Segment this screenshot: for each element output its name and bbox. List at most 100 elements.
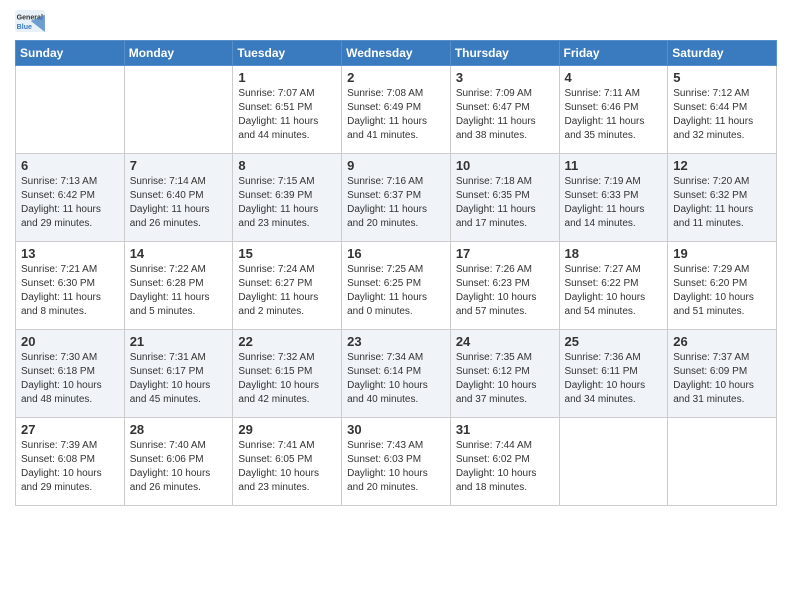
week-row-1: 1 Sunrise: 7:07 AM Sunset: 6:51 PM Daylig… (16, 66, 777, 154)
calendar-cell: 12Sunrise: 7:20 AM Sunset: 6:32 PM Dayli… (668, 154, 777, 242)
day-number: 5 (673, 70, 771, 85)
day-info: Sunrise: 7:19 AM Sunset: 6:33 PM Dayligh… (565, 175, 663, 231)
day-number: 24 (456, 334, 554, 349)
weekday-header-wednesday: Wednesday (342, 41, 451, 66)
day-info: Sunrise: 7:13 AM Sunset: 6:42 PM Dayligh… (21, 175, 119, 231)
calendar-cell: 23 Sunrise: 7:34 AM Sunset: 6:14 PM Dayli… (342, 330, 451, 418)
calendar-cell: 29 Sunrise: 7:41 AM Sunset: 6:05 PM Dayli… (233, 418, 342, 506)
calendar-cell: 24 Sunrise: 7:35 AM Sunset: 6:12 PM Dayli… (450, 330, 559, 418)
day-number: 30 (347, 422, 445, 437)
calendar-table: SundayMondayTuesdayWednesdayThursdayFrid… (15, 40, 777, 506)
day-number: 25 (565, 334, 663, 349)
day-number: 13 (21, 246, 119, 261)
week-row-5: 27 Sunrise: 7:39 AM Sunset: 6:08 PM Dayli… (16, 418, 777, 506)
day-info: Sunrise: 7:37 AM Sunset: 6:09 PM Dayligh… (673, 351, 771, 407)
calendar-cell: 21 Sunrise: 7:31 AM Sunset: 6:17 PM Dayli… (124, 330, 233, 418)
logo: General Blue (15, 10, 49, 32)
day-info: Sunrise: 7:08 AM Sunset: 6:49 PM Dayligh… (347, 87, 445, 143)
day-number: 7 (130, 158, 228, 173)
day-info: Sunrise: 7:14 AM Sunset: 6:40 PM Dayligh… (130, 175, 228, 231)
day-info: Sunrise: 7:07 AM Sunset: 6:51 PM Dayligh… (238, 87, 336, 143)
day-number: 26 (673, 334, 771, 349)
calendar-cell (124, 66, 233, 154)
day-info: Sunrise: 7:44 AM Sunset: 6:02 PM Dayligh… (456, 439, 554, 495)
day-info: Sunrise: 7:39 AM Sunset: 6:08 PM Dayligh… (21, 439, 119, 495)
calendar-cell: 7 Sunrise: 7:14 AM Sunset: 6:40 PM Daylig… (124, 154, 233, 242)
logo-icon: General Blue (15, 10, 45, 32)
calendar-cell: 16Sunrise: 7:25 AM Sunset: 6:25 PM Dayli… (342, 242, 451, 330)
calendar-cell: 13 Sunrise: 7:21 AM Sunset: 6:30 PM Dayli… (16, 242, 125, 330)
day-info: Sunrise: 7:21 AM Sunset: 6:30 PM Dayligh… (21, 263, 119, 319)
calendar-cell: 19 Sunrise: 7:29 AM Sunset: 6:20 PM Dayli… (668, 242, 777, 330)
header-area: General Blue (15, 10, 777, 32)
calendar-cell: 4Sunrise: 7:11 AM Sunset: 6:46 PM Daylig… (559, 66, 668, 154)
calendar-cell: 22 Sunrise: 7:32 AM Sunset: 6:15 PM Dayli… (233, 330, 342, 418)
calendar-cell: 26 Sunrise: 7:37 AM Sunset: 6:09 PM Dayli… (668, 330, 777, 418)
day-number: 29 (238, 422, 336, 437)
day-info: Sunrise: 7:24 AM Sunset: 6:27 PM Dayligh… (238, 263, 336, 319)
calendar-cell: 17 Sunrise: 7:26 AM Sunset: 6:23 PM Dayli… (450, 242, 559, 330)
day-info: Sunrise: 7:25 AM Sunset: 6:25 PM Dayligh… (347, 263, 445, 319)
weekday-header-thursday: Thursday (450, 41, 559, 66)
day-info: Sunrise: 7:30 AM Sunset: 6:18 PM Dayligh… (21, 351, 119, 407)
day-number: 6 (21, 158, 119, 173)
day-number: 19 (673, 246, 771, 261)
day-info: Sunrise: 7:29 AM Sunset: 6:20 PM Dayligh… (673, 263, 771, 319)
calendar-cell: 10 Sunrise: 7:18 AM Sunset: 6:35 PM Dayli… (450, 154, 559, 242)
day-info: Sunrise: 7:16 AM Sunset: 6:37 PM Dayligh… (347, 175, 445, 231)
calendar-cell (559, 418, 668, 506)
day-info: Sunrise: 7:34 AM Sunset: 6:14 PM Dayligh… (347, 351, 445, 407)
calendar-cell (16, 66, 125, 154)
day-info: Sunrise: 7:41 AM Sunset: 6:05 PM Dayligh… (238, 439, 336, 495)
day-number: 31 (456, 422, 554, 437)
calendar-cell: 11 Sunrise: 7:19 AM Sunset: 6:33 PM Dayli… (559, 154, 668, 242)
calendar-cell: 5Sunrise: 7:12 AM Sunset: 6:44 PM Daylig… (668, 66, 777, 154)
calendar-cell: 18 Sunrise: 7:27 AM Sunset: 6:22 PM Dayli… (559, 242, 668, 330)
day-number: 3 (456, 70, 554, 85)
day-info: Sunrise: 7:15 AM Sunset: 6:39 PM Dayligh… (238, 175, 336, 231)
calendar-cell: 2Sunrise: 7:08 AM Sunset: 6:49 PM Daylig… (342, 66, 451, 154)
calendar-cell: 9 Sunrise: 7:16 AM Sunset: 6:37 PM Daylig… (342, 154, 451, 242)
calendar-cell: 20Sunrise: 7:30 AM Sunset: 6:18 PM Dayli… (16, 330, 125, 418)
week-row-4: 20Sunrise: 7:30 AM Sunset: 6:18 PM Dayli… (16, 330, 777, 418)
day-number: 10 (456, 158, 554, 173)
day-info: Sunrise: 7:18 AM Sunset: 6:35 PM Dayligh… (456, 175, 554, 231)
calendar-cell: 15Sunrise: 7:24 AM Sunset: 6:27 PM Dayli… (233, 242, 342, 330)
day-number: 11 (565, 158, 663, 173)
weekday-header-sunday: Sunday (16, 41, 125, 66)
day-number: 22 (238, 334, 336, 349)
calendar-cell: 31 Sunrise: 7:44 AM Sunset: 6:02 PM Dayli… (450, 418, 559, 506)
day-info: Sunrise: 7:32 AM Sunset: 6:15 PM Dayligh… (238, 351, 336, 407)
day-number: 4 (565, 70, 663, 85)
day-number: 9 (347, 158, 445, 173)
day-info: Sunrise: 7:40 AM Sunset: 6:06 PM Dayligh… (130, 439, 228, 495)
day-info: Sunrise: 7:35 AM Sunset: 6:12 PM Dayligh… (456, 351, 554, 407)
day-number: 18 (565, 246, 663, 261)
calendar-cell: 3 Sunrise: 7:09 AM Sunset: 6:47 PM Daylig… (450, 66, 559, 154)
day-number: 14 (130, 246, 228, 261)
week-row-2: 6 Sunrise: 7:13 AM Sunset: 6:42 PM Daylig… (16, 154, 777, 242)
weekday-header-saturday: Saturday (668, 41, 777, 66)
calendar-cell (668, 418, 777, 506)
day-info: Sunrise: 7:43 AM Sunset: 6:03 PM Dayligh… (347, 439, 445, 495)
day-info: Sunrise: 7:26 AM Sunset: 6:23 PM Dayligh… (456, 263, 554, 319)
day-number: 23 (347, 334, 445, 349)
day-number: 21 (130, 334, 228, 349)
day-info: Sunrise: 7:36 AM Sunset: 6:11 PM Dayligh… (565, 351, 663, 407)
day-info: Sunrise: 7:22 AM Sunset: 6:28 PM Dayligh… (130, 263, 228, 319)
day-info: Sunrise: 7:27 AM Sunset: 6:22 PM Dayligh… (565, 263, 663, 319)
calendar-cell: 8 Sunrise: 7:15 AM Sunset: 6:39 PM Daylig… (233, 154, 342, 242)
day-number: 27 (21, 422, 119, 437)
day-number: 1 (238, 70, 336, 85)
calendar-cell: 1 Sunrise: 7:07 AM Sunset: 6:51 PM Daylig… (233, 66, 342, 154)
day-info: Sunrise: 7:31 AM Sunset: 6:17 PM Dayligh… (130, 351, 228, 407)
day-number: 17 (456, 246, 554, 261)
weekday-header-monday: Monday (124, 41, 233, 66)
calendar-cell: 27 Sunrise: 7:39 AM Sunset: 6:08 PM Dayli… (16, 418, 125, 506)
calendar-cell: 14 Sunrise: 7:22 AM Sunset: 6:28 PM Dayli… (124, 242, 233, 330)
page: General Blue SundayMondayTuesdayWednesda… (0, 0, 792, 521)
day-number: 8 (238, 158, 336, 173)
day-info: Sunrise: 7:09 AM Sunset: 6:47 PM Dayligh… (456, 87, 554, 143)
calendar-cell: 6 Sunrise: 7:13 AM Sunset: 6:42 PM Daylig… (16, 154, 125, 242)
weekday-header-row: SundayMondayTuesdayWednesdayThursdayFrid… (16, 41, 777, 66)
